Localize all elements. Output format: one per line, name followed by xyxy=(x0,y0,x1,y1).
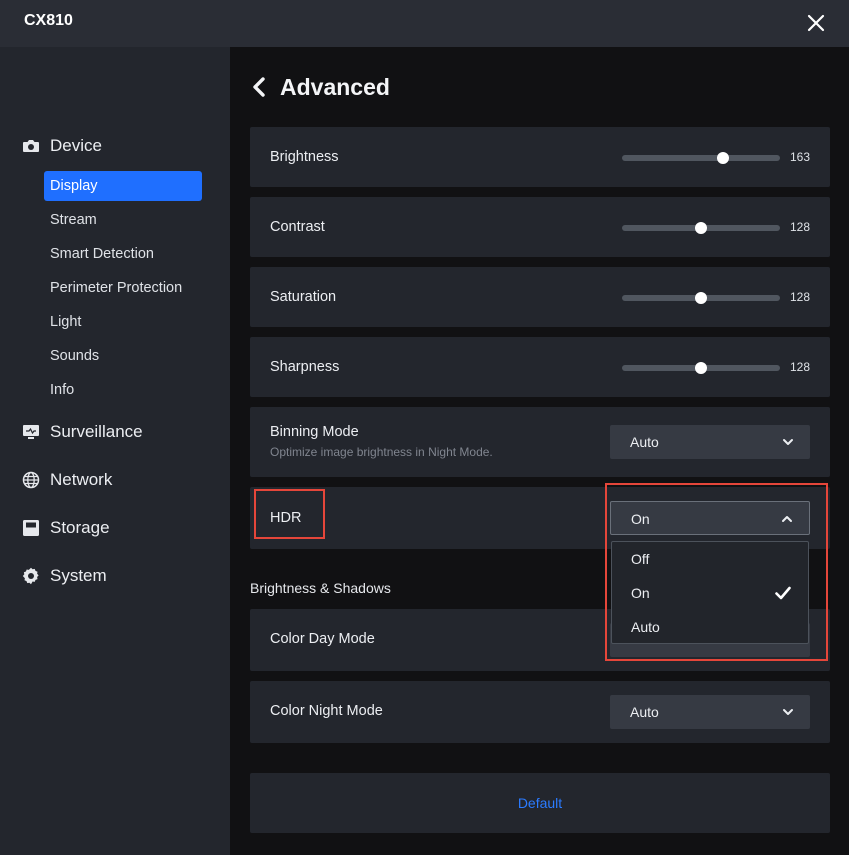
chevron-up-icon xyxy=(782,516,792,522)
sharpness-label: Sharpness xyxy=(270,359,340,375)
hdr-select[interactable]: On xyxy=(610,501,810,535)
back-chevron-icon[interactable] xyxy=(250,76,268,98)
brightness-slider[interactable] xyxy=(622,152,780,164)
sidebar: Device Display Stream Smart Detection Pe… xyxy=(0,47,230,855)
saturation-row: Saturation 128 xyxy=(250,267,830,327)
camera-icon xyxy=(22,137,40,155)
hdr-row: HDR On xyxy=(250,487,830,549)
brightness-row: Brightness 163 xyxy=(250,127,830,187)
page-title: Advanced xyxy=(280,73,390,100)
checkmark-icon xyxy=(775,586,791,600)
color-night-mode-row: Color Night Mode Auto xyxy=(250,681,830,743)
brightness-label: Brightness xyxy=(270,149,339,165)
hdr-option-on[interactable]: On xyxy=(612,577,808,609)
color-night-mode-select[interactable]: Auto xyxy=(610,695,810,729)
slider-handle[interactable] xyxy=(695,222,708,234)
sidebar-group-label: Storage xyxy=(50,518,110,537)
saturation-value: 128 xyxy=(790,290,811,304)
hdr-dropdown-menu: Off On Auto xyxy=(611,541,809,644)
sidebar-group-label: Device xyxy=(50,136,102,155)
chevron-down-icon xyxy=(783,439,793,445)
hdr-option-off[interactable]: Off xyxy=(612,543,808,575)
main-panel: Advanced Brightness 163 Contrast 128 Sat… xyxy=(230,47,849,855)
brightness-value: 163 xyxy=(790,150,811,164)
sidebar-group-label: System xyxy=(50,566,107,585)
sidebar-item-perimeter-protection[interactable]: Perimeter Protection xyxy=(44,273,202,303)
sharpness-row: Sharpness 128 xyxy=(250,337,830,397)
sharpness-value: 128 xyxy=(790,360,811,374)
page-header: Advanced xyxy=(250,73,390,101)
sidebar-item-stream[interactable]: Stream xyxy=(44,205,202,235)
sidebar-item-light[interactable]: Light xyxy=(44,307,202,337)
sidebar-item-info[interactable]: Info xyxy=(44,375,202,405)
binning-mode-label: Binning Mode xyxy=(270,424,359,440)
sidebar-group-storage[interactable]: Storage xyxy=(22,516,110,540)
sidebar-item-smart-detection[interactable]: Smart Detection xyxy=(44,239,202,269)
close-icon[interactable] xyxy=(803,10,829,36)
sidebar-group-label: Surveillance xyxy=(50,422,143,441)
saturation-label: Saturation xyxy=(270,289,337,305)
chevron-down-icon xyxy=(783,709,793,715)
section-title: Brightness & Shadows xyxy=(250,580,391,596)
sidebar-group-device[interactable]: Device xyxy=(22,134,102,158)
sidebar-group-label: Network xyxy=(50,470,113,489)
sidebar-group-system[interactable]: System xyxy=(22,564,107,588)
option-label: Off xyxy=(631,551,650,567)
color-night-mode-value: Auto xyxy=(630,704,659,720)
contrast-slider[interactable] xyxy=(622,222,780,234)
binning-mode-select[interactable]: Auto xyxy=(610,425,810,459)
binning-mode-value: Auto xyxy=(630,434,659,450)
sidebar-group-network[interactable]: Network xyxy=(22,468,112,492)
binning-mode-row: Binning Mode Optimize image brightness i… xyxy=(250,407,830,477)
default-button[interactable]: Default xyxy=(250,773,830,833)
app-title: CX810 xyxy=(24,12,73,29)
color-night-mode-label: Color Night Mode xyxy=(270,703,383,719)
slider-handle[interactable] xyxy=(716,152,729,164)
slider-handle[interactable] xyxy=(695,292,708,304)
monitor-icon xyxy=(22,423,40,441)
title-bar: CX810 xyxy=(0,0,849,47)
hdr-option-auto[interactable]: Auto xyxy=(612,611,808,643)
storage-icon xyxy=(22,519,40,537)
sidebar-item-display[interactable]: Display xyxy=(44,171,202,201)
contrast-value: 128 xyxy=(790,220,811,234)
sidebar-group-surveillance[interactable]: Surveillance xyxy=(22,420,143,444)
color-day-mode-label: Color Day Mode xyxy=(270,631,375,647)
hdr-value: On xyxy=(631,511,650,527)
sharpness-slider[interactable] xyxy=(622,362,780,374)
slider-handle[interactable] xyxy=(695,362,708,374)
saturation-slider[interactable] xyxy=(622,292,780,304)
gear-icon xyxy=(22,567,40,585)
globe-icon xyxy=(22,471,40,489)
contrast-row: Contrast 128 xyxy=(250,197,830,257)
sidebar-item-sounds[interactable]: Sounds xyxy=(44,341,202,371)
option-label: Auto xyxy=(631,619,660,635)
hdr-label: HDR xyxy=(270,510,302,526)
option-label: On xyxy=(631,585,650,601)
binning-mode-description: Optimize image brightness in Night Mode. xyxy=(270,445,493,459)
contrast-label: Contrast xyxy=(270,219,325,235)
